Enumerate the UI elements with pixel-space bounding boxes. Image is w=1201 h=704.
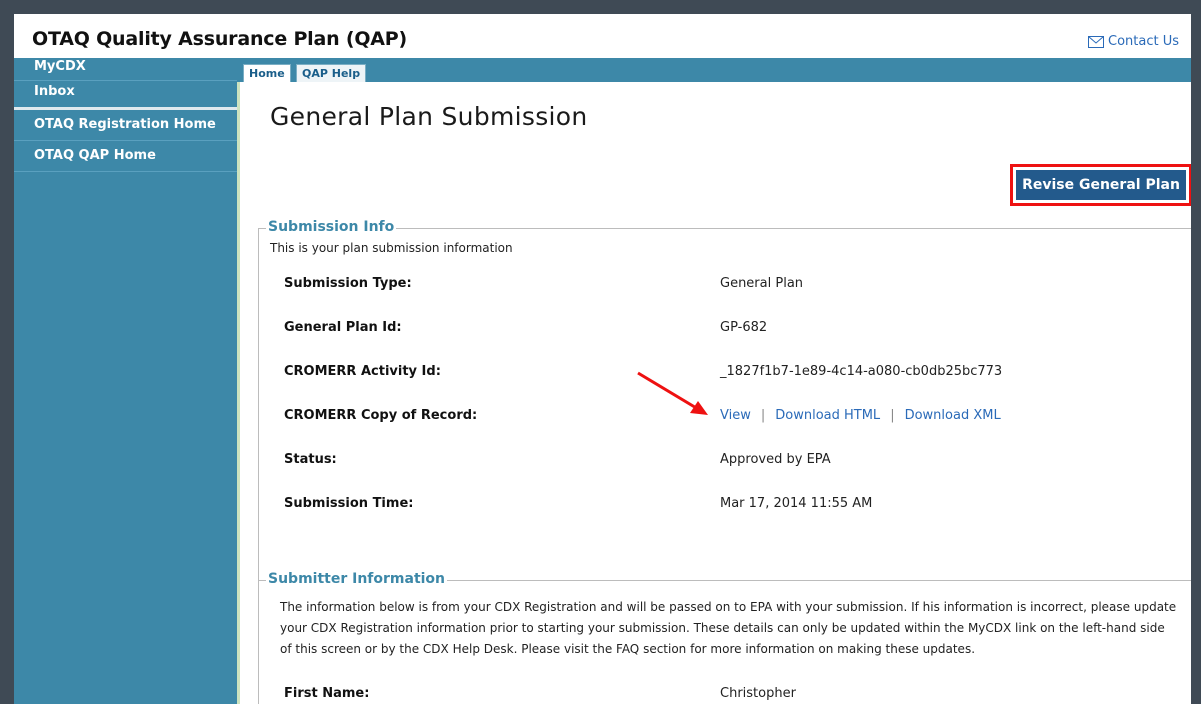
sidebar-item-otaq-qap-home[interactable]: OTAQ QAP Home [14,141,237,172]
envelope-icon [1088,35,1104,48]
submission-type-value: General Plan [720,276,804,291]
submitter-info-left-border [258,580,259,704]
sidebar-item-mycdx[interactable]: MyCDX [14,58,237,81]
contact-us-label: Contact Us [1108,34,1179,49]
submitter-info-legend: Submitter Information [266,571,448,587]
general-plan-id-value: GP-682 [720,320,768,335]
submission-info-legend: Submission Info [266,219,397,235]
tab-qap-help[interactable]: QAP Help [296,64,367,82]
status-label: Status: [284,452,337,467]
red-arrow-icon [637,371,708,415]
highlight-box: Revise General Plan [1010,164,1191,206]
app-title: OTAQ Quality Assurance Plan (QAP) [32,28,407,50]
submission-type-label: Submission Type: [284,276,412,291]
app-window: OTAQ Quality Assurance Plan (QAP) Contac… [14,14,1191,704]
first-name-label: First Name: [284,686,370,701]
submission-info-description: This is your plan submission information [270,241,513,255]
revise-general-plan-button[interactable]: Revise General Plan [1016,170,1186,200]
link-separator: | [760,408,766,423]
tab-home[interactable]: Home [243,64,291,82]
submission-info-left-border [258,228,259,628]
page-title: General Plan Submission [270,102,588,131]
sidebar: MyCDX Inbox OTAQ Registration Home OTAQ … [14,58,237,704]
view-link[interactable]: View [720,408,751,423]
submission-time-label: Submission Time: [284,496,414,511]
cromerr-activity-id-value: _1827f1b7-1e89-4c14-a080-cb0db25bc773 [720,364,1003,379]
content-divider [237,82,240,704]
submitter-info-description: The information below is from your CDX R… [280,600,1177,656]
general-plan-id-label: General Plan Id: [284,320,402,335]
cromerr-copy-of-record-label: CROMERR Copy of Record: [284,408,478,423]
cromerr-activity-id-label: CROMERR Activity Id: [284,364,441,379]
download-xml-link[interactable]: Download XML [905,408,1001,423]
cromerr-copy-of-record-links: View | Download HTML | Download XML [720,408,1001,423]
sidebar-item-inbox[interactable]: Inbox [14,81,237,110]
submission-info-divider [258,228,1191,229]
link-separator: | [890,408,895,423]
submission-time-value: Mar 17, 2014 11:55 AM [720,496,873,511]
status-value: Approved by EPA [720,452,831,467]
download-html-link[interactable]: Download HTML [775,408,880,423]
sidebar-item-otaq-registration-home[interactable]: OTAQ Registration Home [14,110,237,141]
first-name-value: Christopher [720,686,796,701]
contact-us-link[interactable]: Contact Us [1088,34,1179,49]
tab-bar: Home QAP Help [237,58,1191,82]
